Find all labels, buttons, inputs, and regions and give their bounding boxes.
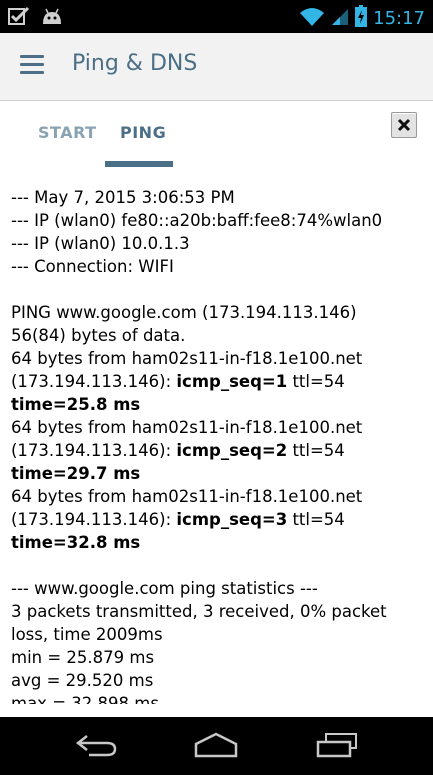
close-button[interactable] xyxy=(391,112,417,138)
home-button[interactable] xyxy=(193,732,239,762)
log-line: min = 25.879 ms xyxy=(11,648,155,667)
log-line: (173.194.113.146): icmp_seq=1 ttl=54 xyxy=(11,372,345,391)
log-line: max = 32.898 ms xyxy=(11,694,159,704)
page-title: Ping & DNS xyxy=(72,51,198,76)
home-icon xyxy=(194,732,238,758)
tab-start[interactable]: START xyxy=(38,123,97,142)
notification-icons xyxy=(8,6,64,30)
checkbox-notification-icon xyxy=(8,6,30,30)
log-line: --- IP (wlan0) fe80::a20b:baff:fee8:74%w… xyxy=(11,211,383,230)
ping-log: --- May 7, 2015 3:06:53 PM --- IP (wlan0… xyxy=(11,186,421,704)
signal-icon xyxy=(331,6,349,30)
log-line: 56(84) bytes of data. xyxy=(11,326,186,345)
log-line: avg = 29.520 ms xyxy=(11,671,154,690)
log-line: --- May 7, 2015 3:06:53 PM xyxy=(11,188,235,207)
log-line: --- IP (wlan0) 10.0.1.3 xyxy=(11,234,190,253)
log-line: 64 bytes from ham02s11-in-f18.1e100.net xyxy=(11,349,363,368)
log-line: 64 bytes from ham02s11-in-f18.1e100.net xyxy=(11,487,363,506)
log-line: (173.194.113.146): icmp_seq=3 ttl=54 xyxy=(11,510,345,529)
system-icons: 15:17 xyxy=(299,5,425,31)
clock: 15:17 xyxy=(373,7,425,29)
action-bar: Ping & DNS xyxy=(0,33,433,101)
log-line: 64 bytes from ham02s11-in-f18.1e100.net xyxy=(11,418,363,437)
log-line: time=29.7 ms xyxy=(11,464,141,483)
battery-charging-icon xyxy=(355,5,368,31)
recent-apps-icon xyxy=(316,733,357,758)
navigation-bar xyxy=(0,717,433,775)
back-button[interactable] xyxy=(75,732,119,762)
log-line: 3 packets transmitted, 3 received, 0% pa… xyxy=(11,602,387,621)
active-tab-indicator xyxy=(105,161,173,167)
log-line: time=25.8 ms xyxy=(11,395,141,414)
log-line: --- www.google.com ping statistics --- xyxy=(11,579,318,598)
status-bar: 15:17 xyxy=(0,0,433,33)
log-line: PING www.google.com (173.194.113.146) xyxy=(11,303,357,322)
log-line: loss, time 2009ms xyxy=(11,625,163,644)
tab-ping[interactable]: PING xyxy=(120,123,166,142)
wifi-icon xyxy=(299,6,325,30)
android-notification-icon xyxy=(40,6,64,30)
back-icon xyxy=(75,735,117,757)
log-line: --- Connection: WIFI xyxy=(11,257,174,276)
log-line: (173.194.113.146): icmp_seq=2 ttl=54 xyxy=(11,441,345,460)
hamburger-menu-icon[interactable] xyxy=(20,55,44,75)
tab-bar: START PING xyxy=(0,101,433,168)
ping-output-scroll[interactable]: --- May 7, 2015 3:06:53 PM --- IP (wlan0… xyxy=(0,168,433,704)
recent-apps-button[interactable] xyxy=(316,732,360,762)
log-line: time=32.8 ms xyxy=(11,533,141,552)
close-x-icon xyxy=(397,118,411,132)
